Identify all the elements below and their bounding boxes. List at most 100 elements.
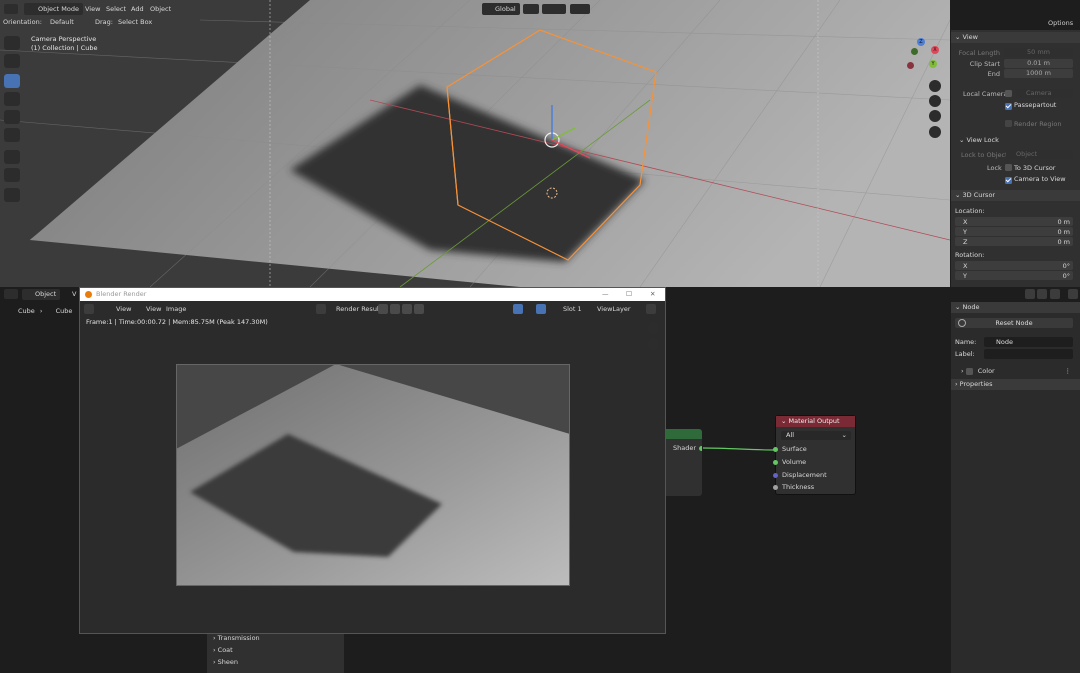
panel-transmission[interactable]: › Transmission bbox=[213, 634, 260, 642]
material-output-node[interactable]: ⌄ Material Output All ⌄ Surface Volume D… bbox=[773, 415, 856, 495]
cursor-z-field[interactable] bbox=[955, 237, 1073, 246]
transform-orientation-dropdown[interactable]: Global bbox=[482, 3, 520, 15]
image-name-field[interactable]: Render Result bbox=[336, 303, 381, 315]
breadcrumb-item-cube-mesh[interactable]: Cube bbox=[48, 307, 73, 315]
focal-length-field[interactable]: 50 mm bbox=[1004, 48, 1073, 57]
render-window[interactable]: Blender Render — ☐ ✕ View View Image Ren… bbox=[79, 287, 666, 634]
target-dropdown[interactable]: All ⌄ bbox=[781, 431, 851, 440]
measure-tool-icon[interactable] bbox=[4, 168, 20, 182]
cursor-y-field[interactable] bbox=[955, 227, 1073, 236]
cursor-y-row[interactable]: Y 0 m bbox=[951, 227, 1080, 237]
lock-camera-icon[interactable] bbox=[929, 126, 941, 138]
cursor-tool-icon[interactable] bbox=[4, 54, 20, 68]
local-camera-checkbox[interactable] bbox=[1005, 90, 1012, 97]
navigation-gizmo[interactable]: Z X Y bbox=[903, 38, 943, 74]
camera-to-view-row[interactable]: Camera to View bbox=[951, 174, 1080, 184]
annotate-tool-icon[interactable] bbox=[4, 150, 20, 164]
image-unlink-icon[interactable] bbox=[414, 304, 424, 314]
transform-tool-icon[interactable] bbox=[4, 128, 20, 142]
node-menu-view[interactable]: V bbox=[72, 288, 76, 300]
menu-object[interactable]: Object bbox=[150, 3, 171, 15]
render-region-row[interactable]: Render Region bbox=[951, 119, 1080, 129]
menu-view[interactable]: View bbox=[85, 3, 100, 15]
to-3d-cursor-checkbox[interactable] bbox=[1005, 164, 1012, 171]
list-icon[interactable]: ⋮ bbox=[1065, 366, 1072, 376]
passepartout-row[interactable]: Passepartout bbox=[951, 100, 1080, 110]
label-field[interactable] bbox=[984, 349, 1073, 359]
node-settings-icon[interactable] bbox=[1068, 289, 1078, 299]
minimize-button[interactable]: — bbox=[602, 288, 609, 301]
color-checkbox[interactable] bbox=[965, 367, 973, 375]
color-subpanel[interactable]: › Color ⋮ bbox=[961, 366, 1073, 376]
editor-type-icon[interactable] bbox=[4, 4, 18, 14]
node-editor-type-icon[interactable] bbox=[4, 289, 18, 299]
proportional-edit-icon[interactable] bbox=[570, 4, 590, 14]
render-overlay-icon[interactable] bbox=[536, 304, 546, 314]
rotation-y-row[interactable]: Y 0° bbox=[951, 271, 1080, 281]
bsdf-node-lower[interactable]: › Transmission › Coat › Sheen bbox=[207, 631, 344, 673]
reset-node-button[interactable]: Reset Node bbox=[955, 318, 1073, 328]
maximize-button[interactable]: ☐ bbox=[626, 288, 632, 301]
render-menu-image[interactable]: Image bbox=[166, 303, 186, 315]
camera-to-view-checkbox[interactable] bbox=[1005, 176, 1012, 184]
display-channels-icon[interactable] bbox=[646, 304, 656, 314]
image-editor-type-icon[interactable] bbox=[84, 304, 94, 314]
image-new-icon[interactable] bbox=[390, 304, 400, 314]
render-window-titlebar[interactable]: Blender Render — ☐ ✕ bbox=[80, 288, 665, 301]
add-cube-tool-icon[interactable] bbox=[4, 188, 20, 202]
render-menu-view[interactable]: View bbox=[146, 303, 161, 315]
gizmo-y-axis[interactable]: Y bbox=[929, 60, 937, 68]
snap-icon[interactable] bbox=[542, 4, 566, 14]
panel-sheen[interactable]: › Sheen bbox=[213, 658, 238, 666]
breadcrumb-item-cube-object[interactable]: Cube bbox=[8, 307, 35, 315]
properties-panel-header[interactable]: › Properties bbox=[951, 379, 1080, 390]
gizmo-z-axis[interactable]: Z bbox=[917, 38, 925, 46]
socket-thickness-dot[interactable] bbox=[773, 485, 778, 490]
cursor-x-field[interactable] bbox=[955, 217, 1073, 226]
node-object-dropdown[interactable]: Object bbox=[22, 289, 61, 300]
name-field[interactable]: Node bbox=[984, 337, 1073, 347]
material-output-header[interactable]: ⌄ Material Output bbox=[776, 416, 855, 427]
menu-select[interactable]: Select bbox=[106, 3, 126, 15]
image-fake-user-icon[interactable] bbox=[378, 304, 388, 314]
camera-view-icon[interactable] bbox=[929, 110, 941, 122]
socket-volume-dot[interactable] bbox=[773, 460, 778, 465]
render-view-dropdown[interactable]: View bbox=[106, 303, 131, 315]
render-result-image[interactable] bbox=[176, 364, 570, 586]
image-open-icon[interactable] bbox=[402, 304, 412, 314]
rotation-x-row[interactable]: X 0° bbox=[951, 261, 1080, 271]
zoom-icon[interactable] bbox=[929, 80, 941, 92]
gizmo-neg-x-dot[interactable] bbox=[907, 62, 914, 69]
gizmo-x-axis[interactable]: X bbox=[931, 46, 939, 54]
viewport-3d[interactable]: Object Mode View Select Add Object Globa… bbox=[0, 0, 950, 287]
socket-displacement-dot[interactable] bbox=[773, 473, 778, 478]
view-panel-header[interactable]: ⌄ View bbox=[951, 32, 1080, 43]
rotation-y-field[interactable] bbox=[955, 271, 1073, 280]
local-camera-field[interactable]: Camera bbox=[1016, 89, 1073, 98]
menu-add[interactable]: Add bbox=[131, 3, 144, 15]
render-zoom-icon[interactable] bbox=[647, 322, 659, 334]
scale-tool-icon[interactable] bbox=[4, 110, 20, 124]
panel-coat[interactable]: › Coat bbox=[213, 646, 233, 654]
cursor-panel-header[interactable]: ⌄ 3D Cursor bbox=[951, 190, 1080, 201]
render-pan-hand-icon[interactable] bbox=[647, 338, 659, 350]
render-region-checkbox[interactable] bbox=[1005, 120, 1012, 127]
pan-hand-icon[interactable] bbox=[929, 95, 941, 107]
node-snap-icon[interactable] bbox=[1037, 289, 1047, 299]
view-layer-dropdown[interactable]: ViewLayer bbox=[597, 303, 631, 315]
node-panel-header[interactable]: ⌄ Node bbox=[951, 302, 1080, 313]
viewport-scene[interactable] bbox=[0, 0, 950, 287]
node-visibility-icon[interactable] bbox=[1025, 289, 1035, 299]
rotation-x-field[interactable] bbox=[955, 261, 1073, 270]
orientation-dropdown[interactable]: Default bbox=[50, 17, 74, 28]
passepartout-checkbox[interactable] bbox=[1005, 102, 1012, 110]
clip-start-field[interactable]: 0.01 m bbox=[1004, 59, 1073, 68]
gizmo-neg-y-dot[interactable] bbox=[911, 48, 918, 55]
mode-dropdown[interactable]: Object Mode bbox=[24, 3, 83, 15]
slot-dropdown[interactable]: Slot 1 bbox=[563, 303, 582, 315]
cursor-x-row[interactable]: X 0 m bbox=[951, 217, 1080, 227]
image-browse-icon[interactable] bbox=[316, 304, 326, 314]
select-tool-icon[interactable] bbox=[4, 36, 20, 50]
options-dropdown[interactable]: Options bbox=[1048, 19, 1073, 27]
view-lock-subpanel-header[interactable]: ⌄ View Lock bbox=[951, 135, 1080, 146]
